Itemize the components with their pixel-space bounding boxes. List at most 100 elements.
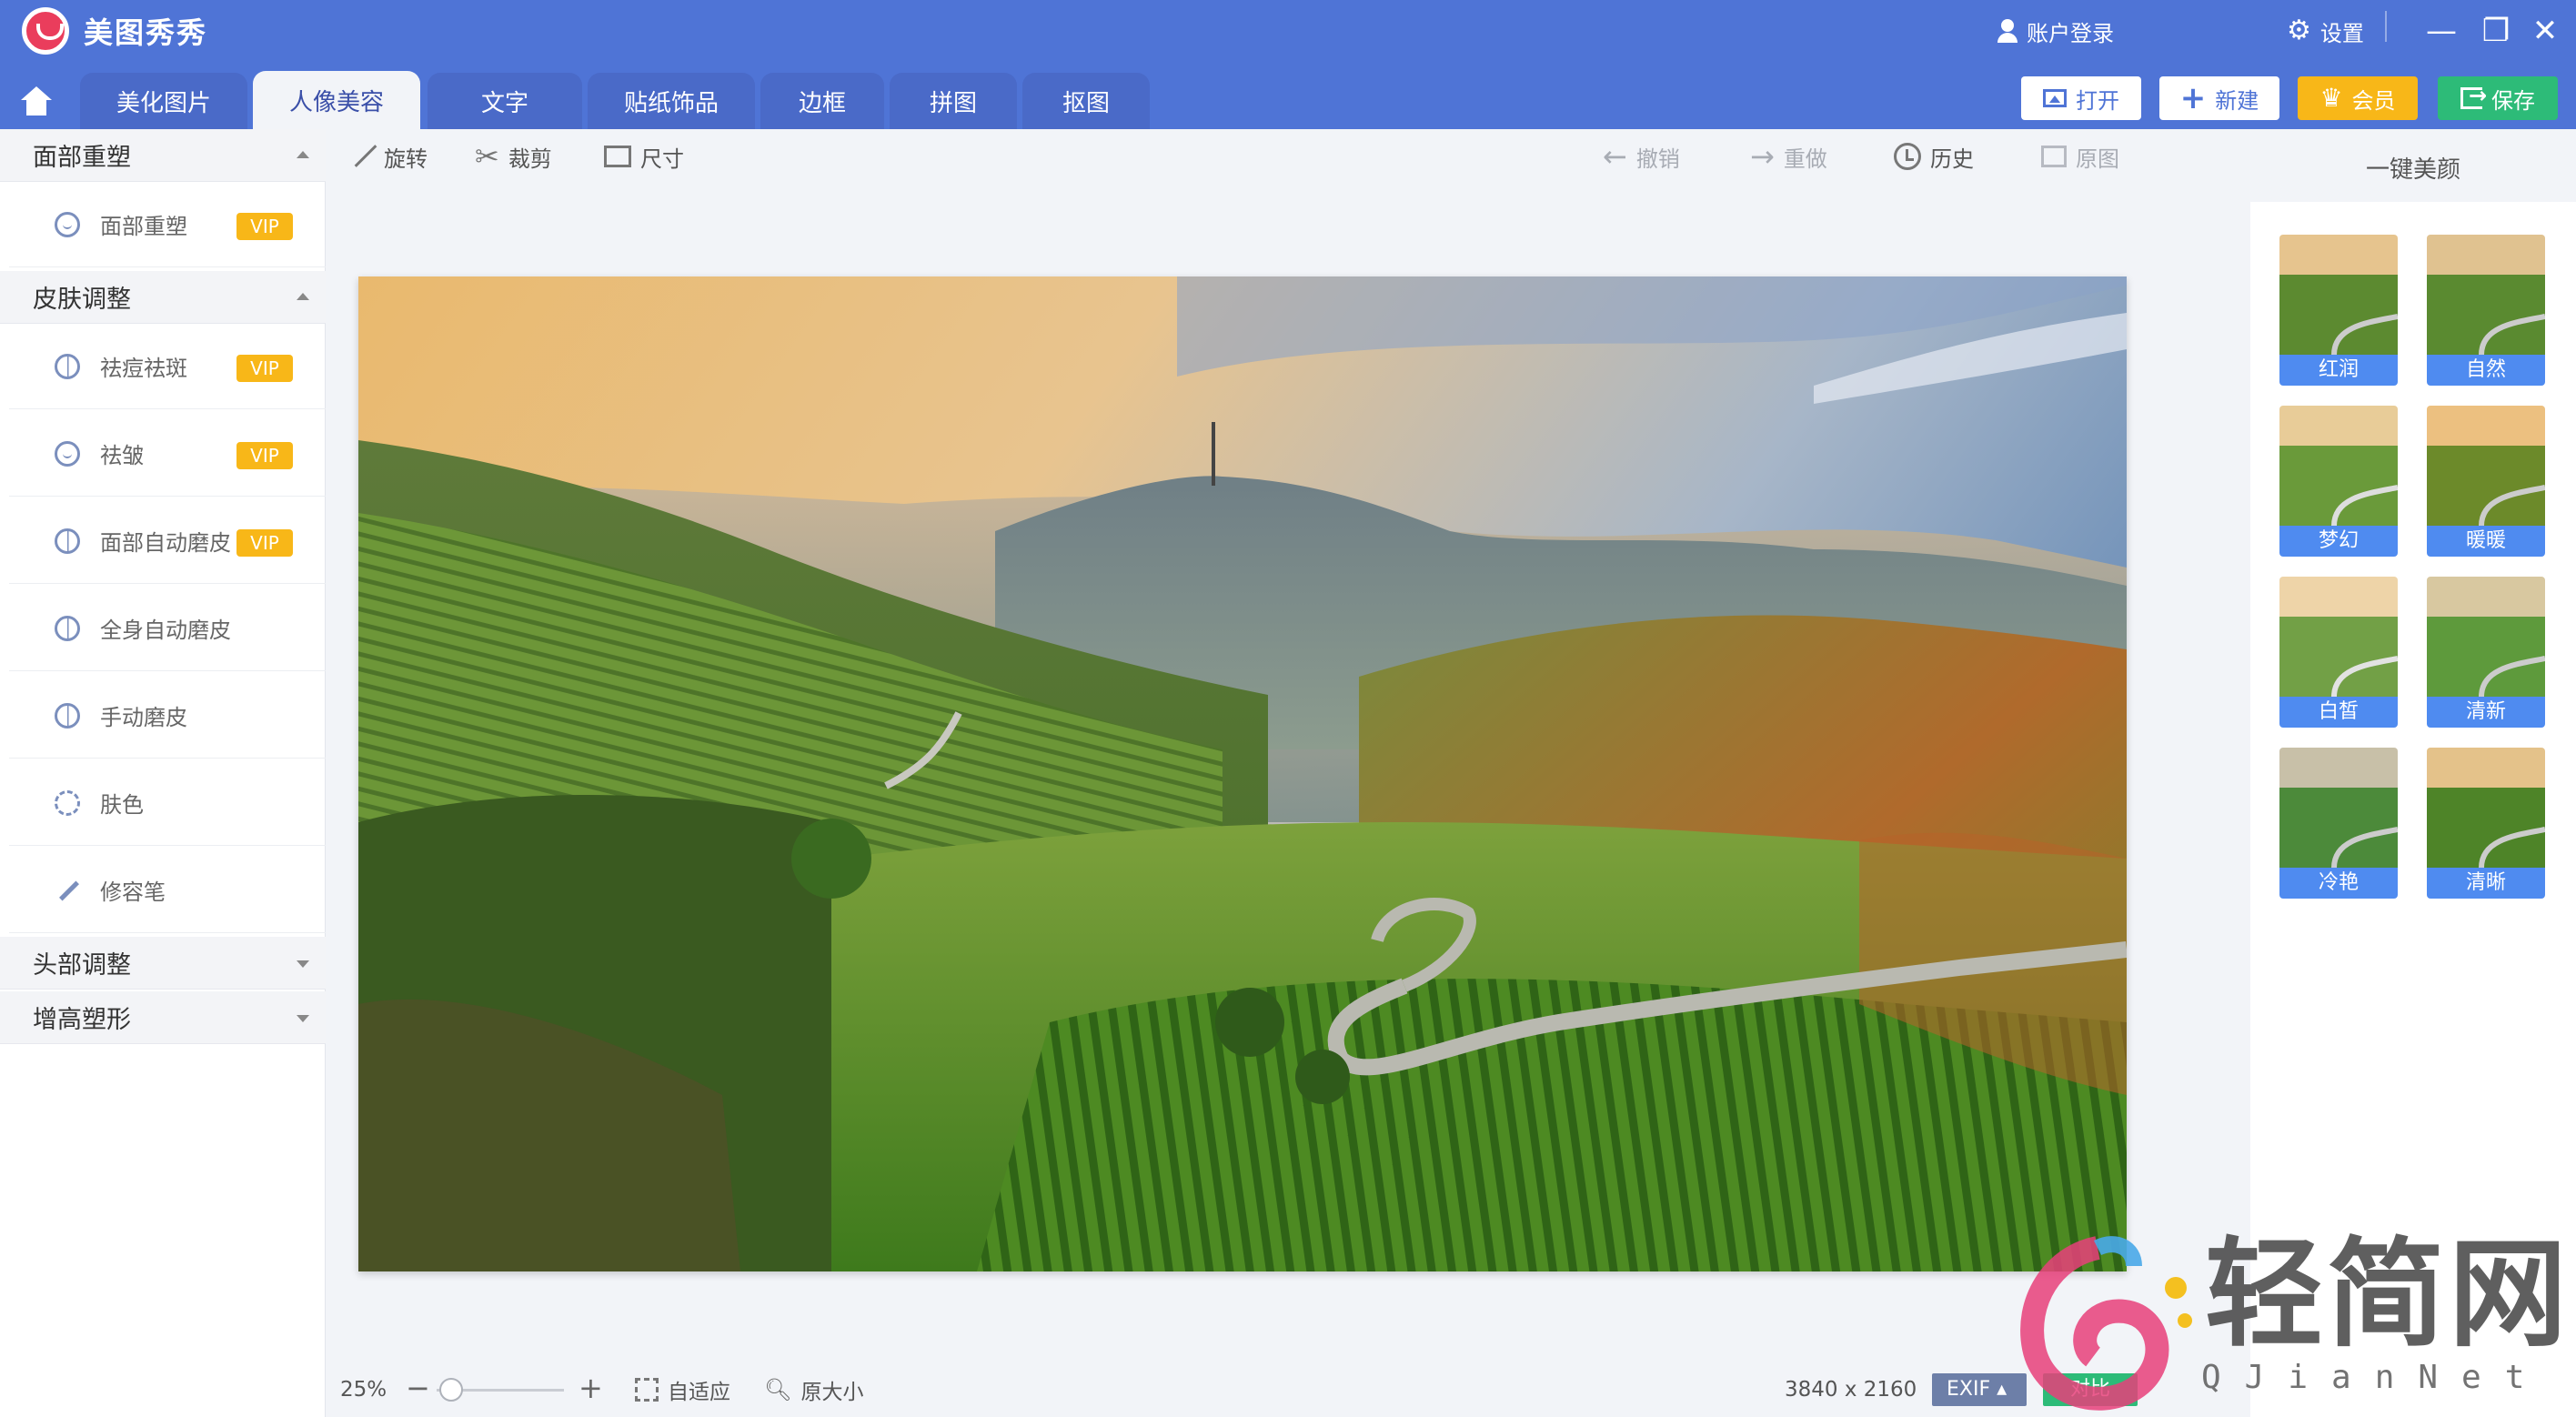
- preset-cool[interactable]: 冷艳: [2279, 748, 2398, 899]
- section-title: 面部重塑: [33, 144, 131, 172]
- preset-label: 清晰: [2427, 868, 2545, 899]
- image-icon: [2043, 89, 2067, 107]
- menu-item-label: 肤色: [100, 792, 144, 818]
- preset-rosy[interactable]: 红润: [2279, 235, 2398, 386]
- vip-badge: VIP: [236, 529, 293, 557]
- preset-sharp[interactable]: 清晰: [2427, 748, 2545, 899]
- section-title: 头部调整: [33, 951, 131, 980]
- preset-thumbnail: [2279, 748, 2398, 868]
- menu-item-acne[interactable]: 祛痘祛斑 VIP: [9, 324, 326, 409]
- history-button[interactable]: 历史: [1894, 140, 1974, 173]
- section-head-adjust[interactable]: 头部调整: [0, 937, 326, 990]
- original-button[interactable]: 原图: [2041, 140, 2119, 173]
- chevron-down-icon: [297, 960, 309, 968]
- section-title: 皮肤调整: [33, 286, 131, 314]
- section-body-shape[interactable]: 增高塑形: [0, 991, 326, 1044]
- fit-screen-icon: [635, 1378, 659, 1402]
- menu-item-face-smooth[interactable]: 面部自动磨皮 VIP: [9, 498, 326, 584]
- watermark-logo-icon: [2020, 1236, 2192, 1411]
- size-label: 尺寸: [640, 146, 684, 172]
- undo-button[interactable]: ← 撤销: [1603, 140, 1680, 173]
- crop-button[interactable]: ✂ 裁剪: [475, 140, 552, 173]
- section-title: 增高塑形: [33, 1006, 131, 1034]
- redo-button[interactable]: → 重做: [1750, 140, 1827, 173]
- new-button[interactable]: + 新建: [2159, 76, 2279, 120]
- menu-item-label: 祛痘祛斑: [100, 356, 187, 381]
- menu-item-label: 祛皱: [100, 443, 144, 468]
- tab-cutout[interactable]: 抠图: [1022, 73, 1150, 129]
- rotate-label: 旋转: [384, 146, 428, 172]
- undo-label: 撤销: [1635, 146, 1680, 172]
- preset-thumbnail: [2279, 406, 2398, 526]
- account-login-label: 账户登录: [2027, 20, 2114, 46]
- preset-dreamy[interactable]: 梦幻: [2279, 406, 2398, 557]
- original-label: 原图: [2076, 146, 2119, 172]
- home-icon: [21, 86, 52, 116]
- tab-portrait[interactable]: 人像美容: [253, 71, 420, 129]
- crop-label: 裁剪: [508, 146, 552, 172]
- zoom-in-icon[interactable]: +: [579, 1370, 603, 1406]
- menu-item-wrinkle[interactable]: 祛皱 VIP: [9, 411, 326, 497]
- tab-collage[interactable]: 拼图: [890, 73, 1017, 129]
- title-bar: 美图秀秀 账户登录 ⚙ 设置 — ❐ ✕ 美化图片 人像美容 文字 贴纸饰品 边…: [0, 0, 2576, 129]
- tab-stickers[interactable]: 贴纸饰品: [588, 73, 755, 129]
- user-icon: [1997, 19, 2018, 43]
- chevron-up-icon: [297, 151, 309, 158]
- watermark-subtext: QJianNet: [2201, 1359, 2549, 1396]
- tab-text[interactable]: 文字: [428, 73, 582, 129]
- resize-icon: [604, 146, 631, 167]
- vip-button[interactable]: ♛ 会员: [2298, 76, 2418, 120]
- landscape-photo: [358, 276, 2127, 1271]
- section-skin-adjust[interactable]: 皮肤调整: [0, 271, 326, 324]
- preset-fair[interactable]: 白皙: [2279, 577, 2398, 728]
- menu-item-face-reshape[interactable]: 面部重塑 VIP: [9, 182, 326, 267]
- actual-size-label: 原大小: [800, 1381, 864, 1404]
- menu-item-contour-brush[interactable]: 修容笔: [9, 848, 326, 933]
- actual-size-button[interactable]: 🔍︎ 原大小: [764, 1372, 863, 1408]
- settings-button[interactable]: ⚙ 设置: [2287, 11, 2364, 51]
- rotate-button[interactable]: 旋转: [349, 140, 428, 173]
- minimize-icon[interactable]: —: [2418, 9, 2465, 53]
- original-image-icon: [2041, 146, 2067, 167]
- skin-tone-icon: [55, 790, 80, 816]
- scissors-icon: ✂: [475, 139, 499, 174]
- menu-item-manual-smooth[interactable]: 手动磨皮: [9, 673, 326, 759]
- restore-icon[interactable]: ❐: [2472, 9, 2520, 53]
- menu-item-body-smooth[interactable]: 全身自动磨皮: [9, 586, 326, 671]
- preset-label: 红润: [2279, 355, 2398, 386]
- preset-thumbnail: [2427, 748, 2545, 868]
- app-title: 美图秀秀: [84, 15, 208, 50]
- size-button[interactable]: 尺寸: [604, 140, 684, 173]
- tab-beautify[interactable]: 美化图片: [80, 73, 247, 129]
- face-smooth-icon: [55, 528, 80, 554]
- menu-item-label: 修容笔: [100, 879, 166, 905]
- menu-item-label: 面部重塑: [100, 214, 187, 239]
- open-label: 打开: [2076, 87, 2119, 114]
- history-label: 历史: [1930, 146, 1974, 172]
- fit-button[interactable]: 自适应: [635, 1372, 730, 1408]
- preset-warm[interactable]: 暖暖: [2427, 406, 2545, 557]
- vip-badge: VIP: [236, 442, 293, 469]
- photo-canvas[interactable]: [358, 276, 2127, 1271]
- save-button[interactable]: 保存: [2438, 76, 2558, 120]
- zoom-out-icon[interactable]: −: [406, 1370, 430, 1406]
- preset-thumbnail: [2427, 235, 2545, 355]
- home-tab[interactable]: [0, 73, 73, 129]
- redo-label: 重做: [1783, 146, 1827, 172]
- open-button[interactable]: 打开: [2021, 76, 2141, 120]
- preset-natural[interactable]: 自然: [2427, 235, 2545, 386]
- acne-icon: [55, 354, 80, 379]
- undo-arrow-icon: ←: [1603, 139, 1627, 174]
- plus-icon: +: [2179, 80, 2207, 116]
- menu-item-skin-tone[interactable]: 肤色: [9, 760, 326, 846]
- preset-label: 梦幻: [2279, 526, 2398, 557]
- account-login[interactable]: 账户登录: [1997, 11, 2114, 51]
- preset-fresh[interactable]: 清新: [2427, 577, 2545, 728]
- close-icon[interactable]: ✕: [2521, 9, 2569, 53]
- tab-border[interactable]: 边框: [760, 73, 884, 129]
- zoom-slider-handle[interactable]: [438, 1378, 463, 1402]
- chevron-up-icon: [297, 293, 309, 300]
- menu-item-label: 面部自动磨皮: [100, 530, 231, 556]
- preset-label: 清新: [2427, 697, 2545, 728]
- section-face-reshape[interactable]: 面部重塑: [0, 129, 326, 182]
